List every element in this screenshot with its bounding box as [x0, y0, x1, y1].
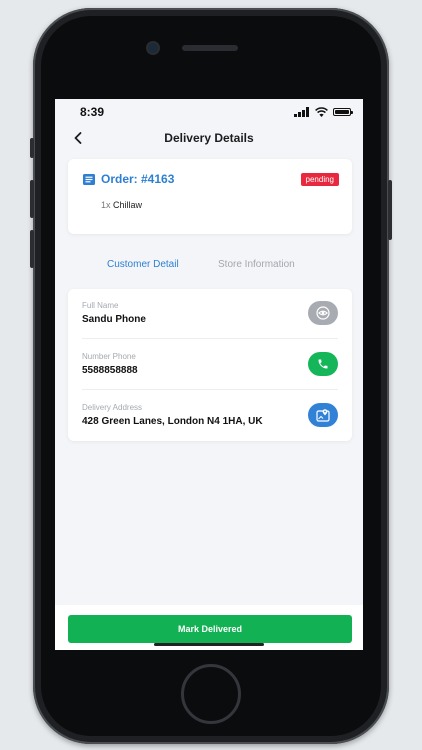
detail-tabs: Customer Detail Store Information — [55, 259, 363, 275]
status-badge: pending — [300, 173, 339, 186]
battery-icon — [333, 108, 353, 116]
wifi-icon — [315, 107, 328, 117]
front-camera — [148, 43, 158, 53]
phone-power-button — [388, 180, 392, 240]
battery-fill — [335, 110, 349, 114]
phone-value: 5588858888 — [82, 365, 138, 376]
full-name-value: Sandu Phone — [82, 314, 146, 325]
chevron-left-icon — [74, 132, 82, 144]
address-label: Delivery Address — [82, 403, 143, 412]
order-item-qty: 1x — [101, 200, 111, 210]
tab-customer-detail[interactable]: Customer Detail — [107, 259, 179, 270]
list-icon — [83, 173, 95, 185]
order-title: Order: #4163 — [101, 172, 175, 186]
status-icons — [294, 107, 353, 117]
view-profile-button[interactable] — [308, 301, 338, 325]
address-row: Delivery Address 428 Green Lanes, London… — [82, 391, 338, 441]
back-button[interactable] — [69, 129, 87, 147]
phone-volume-up — [30, 180, 34, 218]
call-button[interactable] — [308, 352, 338, 376]
phone-side-button — [30, 138, 34, 158]
full-name-label: Full Name — [82, 301, 119, 310]
order-card[interactable]: Order: #4163 pending 1x Chillaw — [68, 159, 352, 234]
customer-detail-card: Full Name Sandu Phone Number Phone 55888… — [68, 289, 352, 441]
phone-label: Number Phone — [82, 352, 136, 361]
order-item-name: Chillaw — [113, 200, 143, 210]
order-header: Order: #4163 — [83, 172, 174, 186]
page-title: Delivery Details — [164, 131, 254, 145]
home-indicator — [154, 643, 264, 646]
eye-icon — [316, 306, 330, 320]
map-pin-icon — [316, 409, 330, 422]
address-value: 428 Green Lanes, London N4 1HA, UK — [82, 416, 263, 427]
tab-store-information[interactable]: Store Information — [218, 259, 295, 270]
mark-delivered-button[interactable]: Mark Delivered — [68, 615, 352, 643]
signal-icon — [294, 107, 309, 117]
status-bar: 8:39 — [55, 99, 363, 125]
open-map-button[interactable] — [308, 403, 338, 427]
phone-row: Number Phone 5588858888 — [82, 340, 338, 390]
earpiece-speaker — [182, 45, 238, 51]
full-name-row: Full Name Sandu Phone — [82, 289, 338, 339]
nav-bar: Delivery Details — [55, 125, 363, 151]
home-button[interactable] — [181, 664, 241, 724]
phone-volume-down — [30, 230, 34, 268]
list-item: 1x Chillaw — [101, 200, 142, 210]
app-screen: 8:39 Delivery Details Order: #4163 pendi… — [55, 99, 363, 650]
phone-icon — [318, 359, 328, 369]
status-time: 8:39 — [80, 105, 105, 119]
